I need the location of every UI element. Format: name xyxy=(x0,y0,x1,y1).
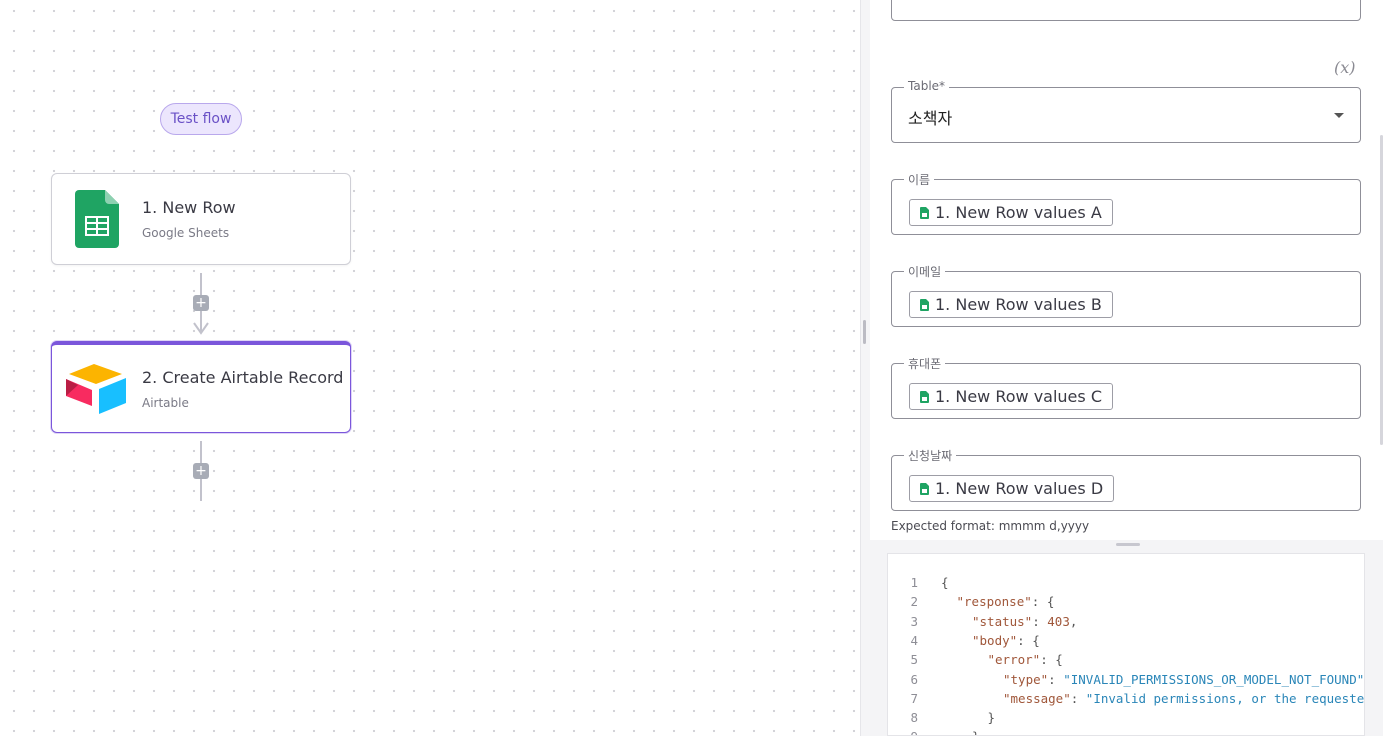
line-number: 2 xyxy=(910,594,918,610)
base-field[interactable] xyxy=(891,0,1361,21)
flow-canvas[interactable]: Test flow 1. New Row Google Sheets + 2. … xyxy=(0,0,860,736)
code-text: "type": "INVALID_PERMISSIONS_OR_MODEL_NO… xyxy=(1003,671,1365,687)
code-line: 7 "message": "Invalid permissions, or the… xyxy=(888,690,1365,710)
field-label: 휴대폰 xyxy=(904,355,946,372)
code-line: 5 "error": { xyxy=(888,652,1364,671)
phone-field[interactable]: 휴대폰 1. New Row values C xyxy=(891,355,1361,419)
field-label: 이메일 xyxy=(904,263,946,280)
line-number: 4 xyxy=(910,632,918,648)
code-line: 2 "response": { xyxy=(888,594,1364,613)
panel-resizer[interactable] xyxy=(860,0,870,736)
table-select-value: 소책자 xyxy=(908,109,953,128)
code-text: "status": 403, xyxy=(972,613,1078,629)
google-sheets-icon xyxy=(920,390,929,403)
email-field[interactable]: 이메일 1. New Row values B xyxy=(891,263,1361,327)
airtable-icon xyxy=(52,363,142,415)
step-title: 2. Create Airtable Record xyxy=(142,367,344,387)
code-line: 1{ xyxy=(888,575,1364,594)
caret-down-icon xyxy=(1334,113,1344,118)
step-card-create-airtable-record[interactable]: 2. Create Airtable Record Airtable xyxy=(51,341,351,433)
code-line: 9} xyxy=(888,729,1364,735)
line-number: 1 xyxy=(910,575,918,590)
code-text: "message": "Invalid permissions, or the … xyxy=(1003,690,1365,706)
code-text: } xyxy=(987,710,996,726)
chip-label: 1. New Row values D xyxy=(935,479,1104,498)
code-line: 4 "body": { xyxy=(888,632,1364,652)
code-text: "response": { xyxy=(956,594,1055,610)
google-sheets-icon xyxy=(920,206,929,219)
google-sheets-icon xyxy=(920,298,929,311)
mapped-value-chip[interactable]: 1. New Row values B xyxy=(909,291,1113,318)
step-app-name: Google Sheets xyxy=(142,226,230,240)
google-sheets-icon xyxy=(920,482,929,495)
table-select[interactable]: Table* 소책자 xyxy=(891,79,1361,143)
line-number: 7 xyxy=(910,690,918,706)
step-card-new-row[interactable]: 1. New Row Google Sheets xyxy=(51,173,351,265)
line-number: 9 xyxy=(888,729,918,735)
code-line: 6 "type": "INVALID_PERMISSIONS_OR_MODEL_N… xyxy=(888,671,1365,691)
field-label: 이름 xyxy=(904,171,935,188)
response-code-viewer[interactable]: 1{2 "response": {3 "status": 403, 4 "body": … xyxy=(887,553,1365,736)
code-line: 8} xyxy=(888,710,1364,729)
resize-handle-icon[interactable] xyxy=(863,320,866,344)
application-date-field[interactable]: 신청날짜 1. New Row values D xyxy=(891,447,1361,511)
date-format-hint: Expected format: mmmm d,yyyy xyxy=(891,519,1090,533)
step-title: 1. New Row xyxy=(142,198,236,217)
code-line: 3 "status": 403, xyxy=(888,613,1364,633)
code-text: { xyxy=(941,575,949,590)
add-step-button[interactable]: + xyxy=(193,463,209,479)
code-text: "error": { xyxy=(987,652,1063,668)
arrow-down-icon xyxy=(193,322,209,335)
variable-toggle-icon[interactable]: (x) xyxy=(1334,58,1356,77)
drag-handle-icon[interactable] xyxy=(1116,543,1140,546)
test-flow-button[interactable]: Test flow xyxy=(160,103,242,135)
line-number: 5 xyxy=(910,652,918,668)
add-step-button[interactable]: + xyxy=(193,295,209,311)
google-sheets-icon xyxy=(52,190,142,248)
field-label: 신청날짜 xyxy=(904,447,957,464)
chip-label: 1. New Row values B xyxy=(935,295,1102,314)
code-text: } xyxy=(941,729,980,735)
line-number: 6 xyxy=(910,671,918,687)
name-field[interactable]: 이름 1. New Row values A xyxy=(891,171,1361,235)
mapped-value-chip[interactable]: 1. New Row values D xyxy=(909,475,1115,502)
mapped-value-chip[interactable]: 1. New Row values C xyxy=(909,383,1113,410)
flow-editor: Test flow 1. New Row Google Sheets + 2. … xyxy=(0,0,1383,736)
line-number: 3 xyxy=(910,613,918,629)
field-label: Table* xyxy=(904,79,950,93)
code-text: "body": { xyxy=(972,632,1040,648)
line-number: 8 xyxy=(910,710,918,726)
chip-label: 1. New Row values C xyxy=(935,387,1102,406)
mapped-value-chip[interactable]: 1. New Row values A xyxy=(909,199,1113,226)
step-app-name: Airtable xyxy=(142,395,189,410)
chip-label: 1. New Row values A xyxy=(935,203,1102,222)
